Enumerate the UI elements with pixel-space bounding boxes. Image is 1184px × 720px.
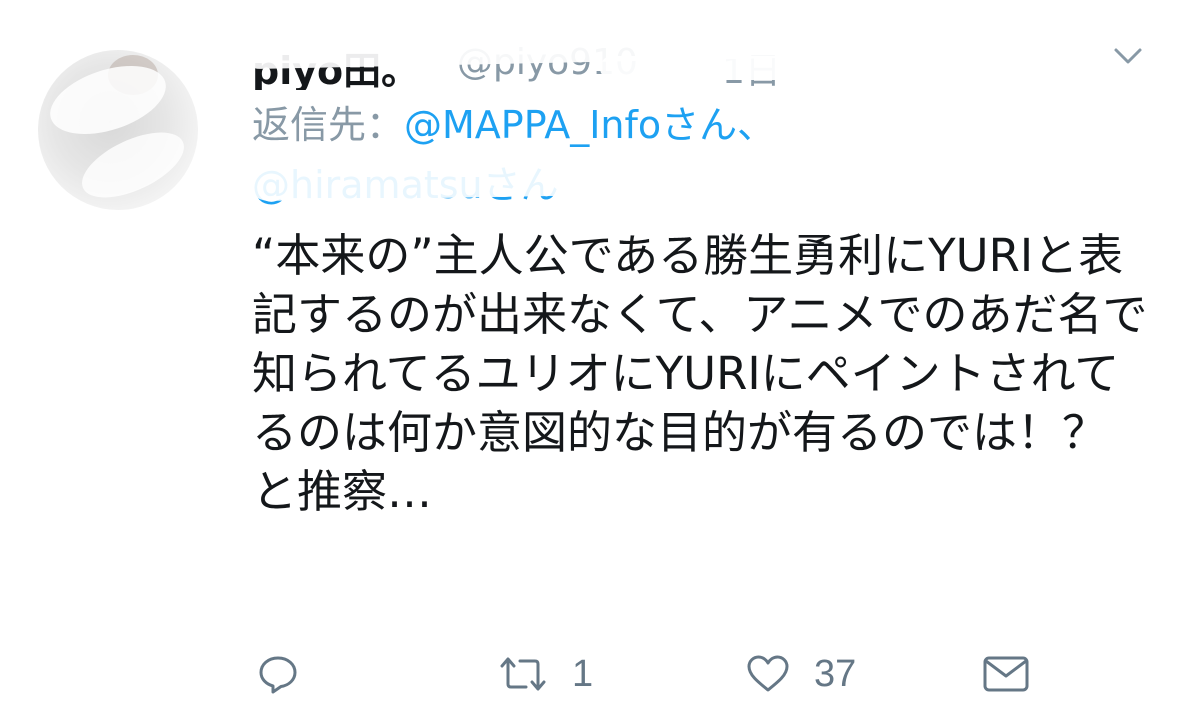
tweet: piyo田。 @piyo910 1日 返信先：@MAPPA_Infoさん、 @h… (0, 0, 1184, 720)
chevron-down-icon[interactable] (1108, 40, 1148, 70)
retweet-icon (496, 652, 550, 696)
retweet-count: 1 (572, 652, 594, 695)
retweet-button[interactable]: 1 (496, 648, 593, 700)
mention-redaction (244, 146, 626, 202)
action-bar: 1 37 (252, 648, 1052, 700)
tweet-text: “本来の”主人公である勝生勇利にYURIと表記するのが出来なくて、アニメでのあだ… (252, 229, 1148, 518)
direct-message-button[interactable] (980, 648, 1032, 700)
like-button[interactable]: 37 (744, 648, 856, 700)
header-redaction (600, 56, 900, 80)
heart-icon (744, 652, 792, 696)
reply-mention-link[interactable]: @MAPPA_Infoさん、 (404, 103, 775, 147)
reply-to-line: 返信先：@MAPPA_Infoさん、 (252, 100, 775, 150)
reply-button[interactable] (256, 648, 300, 700)
like-count: 37 (814, 652, 857, 695)
envelope-icon (980, 652, 1032, 696)
reply-icon (256, 652, 300, 696)
reply-to-label: 返信先： (252, 103, 405, 147)
avatar[interactable] (38, 50, 198, 210)
